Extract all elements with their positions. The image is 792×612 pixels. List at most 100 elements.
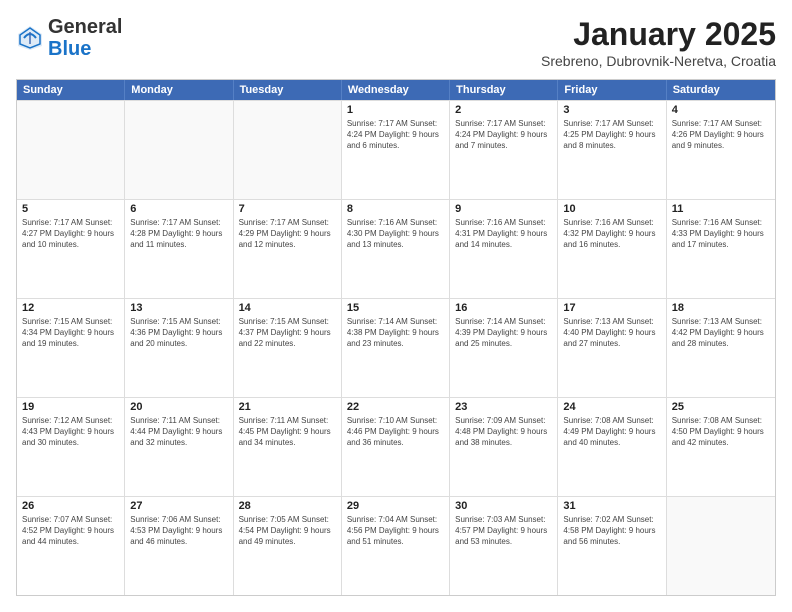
day-number: 23 xyxy=(455,401,552,413)
day-cell-4: 4 Sunrise: 7:17 AM Sunset: 4:26 PM Daylig… xyxy=(667,101,775,199)
day-cell-23: 23 Sunrise: 7:09 AM Sunset: 4:48 PM Dayli… xyxy=(450,398,558,496)
day-number: 5 xyxy=(22,203,119,215)
day-info: Sunrise: 7:16 AM Sunset: 4:32 PM Dayligh… xyxy=(563,217,660,251)
day-info: Sunrise: 7:11 AM Sunset: 4:44 PM Dayligh… xyxy=(130,415,227,449)
day-cell-1: 1 Sunrise: 7:17 AM Sunset: 4:24 PM Daylig… xyxy=(342,101,450,199)
day-number: 26 xyxy=(22,500,119,512)
calendar-row-2: 12Sunrise: 7:15 AM Sunset: 4:34 PM Dayli… xyxy=(17,298,775,397)
day-cell-21: 21 Sunrise: 7:11 AM Sunset: 4:45 PM Dayli… xyxy=(234,398,342,496)
day-info: Sunrise: 7:13 AM Sunset: 4:42 PM Dayligh… xyxy=(672,316,770,350)
empty-cell-0-1 xyxy=(125,101,233,199)
day-cell-10: 10 Sunrise: 7:16 AM Sunset: 4:32 PM Dayli… xyxy=(558,200,666,298)
day-info: Sunrise: 7:17 AM Sunset: 4:28 PM Dayligh… xyxy=(130,217,227,251)
day-cell-25: 25Sunrise: 7:08 AM Sunset: 4:50 PM Dayli… xyxy=(667,398,775,496)
day-info: Sunrise: 7:16 AM Sunset: 4:33 PM Dayligh… xyxy=(672,217,770,251)
day-number: 28 xyxy=(239,500,336,512)
day-info: Sunrise: 7:14 AM Sunset: 4:38 PM Dayligh… xyxy=(347,316,444,350)
day-number: 18 xyxy=(672,302,770,314)
day-cell-28: 28 Sunrise: 7:05 AM Sunset: 4:54 PM Dayli… xyxy=(234,497,342,595)
day-cell-6: 6 Sunrise: 7:17 AM Sunset: 4:28 PM Daylig… xyxy=(125,200,233,298)
day-cell-2: 2 Sunrise: 7:17 AM Sunset: 4:24 PM Daylig… xyxy=(450,101,558,199)
header: General Blue January 2025 Srebreno, Dubr… xyxy=(16,16,776,69)
day-header-saturday: Saturday xyxy=(667,80,775,100)
day-info: Sunrise: 7:02 AM Sunset: 4:58 PM Dayligh… xyxy=(563,514,660,548)
day-cell-16: 16Sunrise: 7:14 AM Sunset: 4:39 PM Dayli… xyxy=(450,299,558,397)
day-info: Sunrise: 7:15 AM Sunset: 4:36 PM Dayligh… xyxy=(130,316,227,350)
month-title: January 2025 xyxy=(541,16,776,53)
day-header-thursday: Thursday xyxy=(450,80,558,100)
day-info: Sunrise: 7:07 AM Sunset: 4:52 PM Dayligh… xyxy=(22,514,119,548)
day-header-wednesday: Wednesday xyxy=(342,80,450,100)
day-number: 3 xyxy=(563,104,660,116)
logo: General Blue xyxy=(16,16,122,60)
day-info: Sunrise: 7:16 AM Sunset: 4:30 PM Dayligh… xyxy=(347,217,444,251)
calendar: SundayMondayTuesdayWednesdayThursdayFrid… xyxy=(16,79,776,596)
day-number: 9 xyxy=(455,203,552,215)
day-info: Sunrise: 7:17 AM Sunset: 4:25 PM Dayligh… xyxy=(563,118,660,152)
day-cell-7: 7Sunrise: 7:17 AM Sunset: 4:29 PM Daylig… xyxy=(234,200,342,298)
day-number: 30 xyxy=(455,500,552,512)
day-cell-14: 14Sunrise: 7:15 AM Sunset: 4:37 PM Dayli… xyxy=(234,299,342,397)
day-info: Sunrise: 7:15 AM Sunset: 4:34 PM Dayligh… xyxy=(22,316,119,350)
logo-general: General xyxy=(48,16,122,38)
day-cell-3: 3 Sunrise: 7:17 AM Sunset: 4:25 PM Daylig… xyxy=(558,101,666,199)
logo-blue: Blue xyxy=(48,38,91,60)
day-info: Sunrise: 7:04 AM Sunset: 4:56 PM Dayligh… xyxy=(347,514,444,548)
day-number: 21 xyxy=(239,401,336,413)
day-info: Sunrise: 7:10 AM Sunset: 4:46 PM Dayligh… xyxy=(347,415,444,449)
day-cell-11: 11Sunrise: 7:16 AM Sunset: 4:33 PM Dayli… xyxy=(667,200,775,298)
day-info: Sunrise: 7:05 AM Sunset: 4:54 PM Dayligh… xyxy=(239,514,336,548)
day-number: 19 xyxy=(22,401,119,413)
logo-text: General Blue xyxy=(48,16,122,60)
day-number: 22 xyxy=(347,401,444,413)
day-cell-8: 8 Sunrise: 7:16 AM Sunset: 4:30 PM Daylig… xyxy=(342,200,450,298)
day-info: Sunrise: 7:17 AM Sunset: 4:24 PM Dayligh… xyxy=(455,118,552,152)
calendar-row-4: 26 Sunrise: 7:07 AM Sunset: 4:52 PM Dayli… xyxy=(17,496,775,595)
day-cell-15: 15Sunrise: 7:14 AM Sunset: 4:38 PM Dayli… xyxy=(342,299,450,397)
day-number: 4 xyxy=(672,104,770,116)
calendar-row-1: 5 Sunrise: 7:17 AM Sunset: 4:27 PM Daylig… xyxy=(17,199,775,298)
day-number: 24 xyxy=(563,401,660,413)
day-info: Sunrise: 7:09 AM Sunset: 4:48 PM Dayligh… xyxy=(455,415,552,449)
day-number: 17 xyxy=(563,302,660,314)
day-number: 13 xyxy=(130,302,227,314)
day-info: Sunrise: 7:11 AM Sunset: 4:45 PM Dayligh… xyxy=(239,415,336,449)
day-number: 27 xyxy=(130,500,227,512)
day-info: Sunrise: 7:17 AM Sunset: 4:24 PM Dayligh… xyxy=(347,118,444,152)
calendar-row-3: 19 Sunrise: 7:12 AM Sunset: 4:43 PM Dayli… xyxy=(17,397,775,496)
day-number: 10 xyxy=(563,203,660,215)
day-cell-26: 26 Sunrise: 7:07 AM Sunset: 4:52 PM Dayli… xyxy=(17,497,125,595)
day-number: 8 xyxy=(347,203,444,215)
day-cell-12: 12Sunrise: 7:15 AM Sunset: 4:34 PM Dayli… xyxy=(17,299,125,397)
day-info: Sunrise: 7:17 AM Sunset: 4:26 PM Dayligh… xyxy=(672,118,770,152)
day-number: 25 xyxy=(672,401,770,413)
location: Srebreno, Dubrovnik-Neretva, Croatia xyxy=(541,53,776,69)
day-header-monday: Monday xyxy=(125,80,233,100)
day-number: 1 xyxy=(347,104,444,116)
day-info: Sunrise: 7:06 AM Sunset: 4:53 PM Dayligh… xyxy=(130,514,227,548)
page: General Blue January 2025 Srebreno, Dubr… xyxy=(0,0,792,612)
day-cell-30: 30Sunrise: 7:03 AM Sunset: 4:57 PM Dayli… xyxy=(450,497,558,595)
day-cell-31: 31Sunrise: 7:02 AM Sunset: 4:58 PM Dayli… xyxy=(558,497,666,595)
day-cell-19: 19 Sunrise: 7:12 AM Sunset: 4:43 PM Dayli… xyxy=(17,398,125,496)
day-info: Sunrise: 7:13 AM Sunset: 4:40 PM Dayligh… xyxy=(563,316,660,350)
day-info: Sunrise: 7:17 AM Sunset: 4:27 PM Dayligh… xyxy=(22,217,119,251)
day-info: Sunrise: 7:12 AM Sunset: 4:43 PM Dayligh… xyxy=(22,415,119,449)
day-cell-27: 27 Sunrise: 7:06 AM Sunset: 4:53 PM Dayli… xyxy=(125,497,233,595)
logo-icon xyxy=(16,24,44,52)
day-info: Sunrise: 7:16 AM Sunset: 4:31 PM Dayligh… xyxy=(455,217,552,251)
day-cell-22: 22 Sunrise: 7:10 AM Sunset: 4:46 PM Dayli… xyxy=(342,398,450,496)
day-cell-18: 18 Sunrise: 7:13 AM Sunset: 4:42 PM Dayli… xyxy=(667,299,775,397)
day-cell-20: 20 Sunrise: 7:11 AM Sunset: 4:44 PM Dayli… xyxy=(125,398,233,496)
day-info: Sunrise: 7:14 AM Sunset: 4:39 PM Dayligh… xyxy=(455,316,552,350)
day-info: Sunrise: 7:15 AM Sunset: 4:37 PM Dayligh… xyxy=(239,316,336,350)
day-info: Sunrise: 7:08 AM Sunset: 4:49 PM Dayligh… xyxy=(563,415,660,449)
day-cell-29: 29Sunrise: 7:04 AM Sunset: 4:56 PM Dayli… xyxy=(342,497,450,595)
title-block: January 2025 Srebreno, Dubrovnik-Neretva… xyxy=(541,16,776,69)
day-number: 6 xyxy=(130,203,227,215)
day-cell-17: 17 Sunrise: 7:13 AM Sunset: 4:40 PM Dayli… xyxy=(558,299,666,397)
day-number: 2 xyxy=(455,104,552,116)
day-number: 20 xyxy=(130,401,227,413)
day-info: Sunrise: 7:17 AM Sunset: 4:29 PM Dayligh… xyxy=(239,217,336,251)
day-cell-24: 24 Sunrise: 7:08 AM Sunset: 4:49 PM Dayli… xyxy=(558,398,666,496)
